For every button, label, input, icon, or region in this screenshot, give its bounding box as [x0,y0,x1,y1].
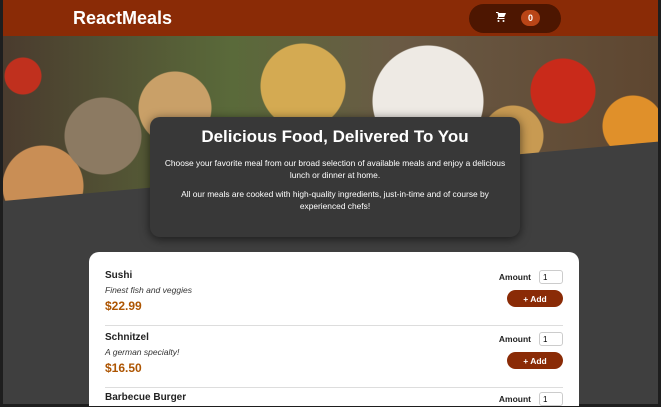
meal-description: A german specialty! [105,347,180,357]
meal-price: $16.50 [105,361,142,375]
add-button[interactable]: + Add [507,290,563,307]
amount-input[interactable] [539,392,563,406]
amount-field: Amount [499,270,563,284]
cart-icon [495,11,507,26]
cart-count-badge: 0 [521,10,541,26]
summary-paragraph: Choose your favorite meal from our broad… [164,158,506,180]
meal-item: Schnitzel A german specialty! $16.50 Amo… [105,326,563,388]
summary-title: Delicious Food, Delivered To You [201,127,469,146]
meals-summary: Delicious Food, Delivered To You Choose … [150,117,520,237]
meal-price: $22.99 [105,299,142,313]
amount-field: Amount [499,392,563,406]
meal-item: Sushi Finest fish and veggies $22.99 Amo… [105,264,563,326]
meal-name: Barbecue Burger [105,392,187,403]
amount-label: Amount [498,334,531,344]
meals-list: Sushi Finest fish and veggies $22.99 Amo… [89,252,579,406]
amount-label: Amount [498,272,531,282]
amount-input[interactable] [539,332,563,346]
meal-description: Finest fish and veggies [105,285,192,295]
app-title: ReactMeals [73,7,173,28]
add-button[interactable]: + Add [507,352,563,369]
amount-label: Amount [498,394,531,404]
app: ReactMeals 0 Delicious Food, Delivered T… [0,0,661,407]
amount-field: Amount [499,332,563,346]
summary-paragraph: All our meals are cooked with high-quali… [181,189,489,211]
header: ReactMeals 0 [3,0,658,36]
meal-name: Sushi [105,270,133,281]
meal-item: Barbecue Burger Amount [105,388,563,406]
cart-button[interactable]: 0 [469,3,561,33]
meal-name: Schnitzel [105,332,149,343]
amount-input[interactable] [539,270,563,284]
